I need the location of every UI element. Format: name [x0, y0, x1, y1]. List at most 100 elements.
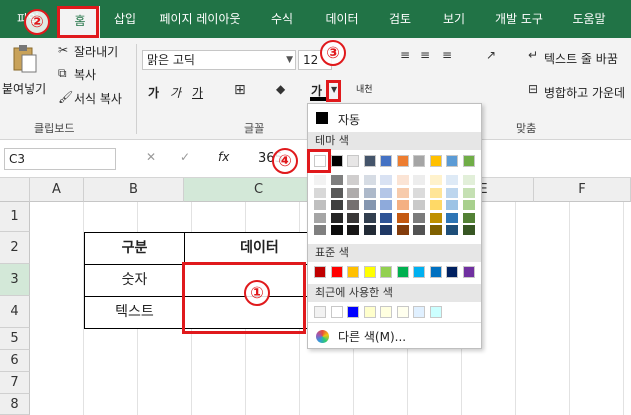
color-swatch[interactable] [462, 266, 475, 278]
color-swatch[interactable] [380, 155, 392, 167]
color-swatch[interactable] [429, 212, 442, 223]
align-middle-icon[interactable]: ≡ [420, 48, 430, 62]
tab-developer[interactable]: 개발 도구 [486, 0, 552, 38]
color-swatch[interactable] [396, 187, 409, 198]
color-swatch[interactable] [396, 306, 409, 318]
column-header-b[interactable]: B [84, 178, 184, 202]
color-swatch[interactable] [462, 225, 475, 235]
row-header-4[interactable]: 4 [0, 296, 30, 328]
color-swatch[interactable] [363, 155, 376, 167]
align-top-icon[interactable]: ≡ [400, 48, 410, 62]
phonetic-button[interactable]: 내천 [356, 82, 373, 95]
select-all-corner[interactable] [0, 178, 30, 202]
color-swatch[interactable] [330, 175, 343, 185]
copy-button[interactable]: 복사 [74, 66, 96, 83]
color-swatch[interactable] [446, 225, 458, 235]
color-swatch[interactable] [429, 266, 442, 278]
cell-b2[interactable]: 구분 [84, 232, 185, 265]
color-swatch[interactable] [446, 200, 458, 210]
tab-insert[interactable]: 삽입 [104, 0, 146, 38]
row-header-7[interactable]: 7 [0, 372, 30, 394]
row-header-5[interactable]: 5 [0, 328, 30, 350]
color-swatch[interactable] [413, 212, 425, 223]
copy-icon[interactable]: ⧉ [58, 66, 67, 81]
enter-icon[interactable]: ✓ [180, 150, 190, 164]
color-swatch[interactable] [380, 200, 392, 210]
cell-b3[interactable]: 숫자 [84, 264, 185, 297]
wrap-text-button[interactable]: 텍스트 줄 바꿈 [544, 50, 618, 67]
row-header-6[interactable]: 6 [0, 350, 30, 372]
tab-help[interactable]: 도움말 [562, 0, 616, 38]
color-swatch[interactable] [314, 212, 326, 223]
more-colors-option[interactable]: 다른 색(M)... [338, 328, 406, 345]
color-swatch[interactable] [413, 266, 425, 278]
row-header-3[interactable]: 3 [0, 264, 30, 296]
color-swatch[interactable] [330, 212, 343, 223]
color-swatch[interactable] [347, 187, 359, 198]
color-swatch[interactable] [330, 187, 343, 198]
color-swatch[interactable] [462, 212, 475, 223]
wrap-text-icon[interactable]: ↵ [528, 48, 538, 62]
color-swatch[interactable] [396, 175, 409, 185]
color-swatch[interactable] [446, 155, 458, 167]
color-swatch[interactable] [330, 266, 343, 278]
color-swatch[interactable] [446, 187, 458, 198]
bold-button[interactable]: 가 [148, 84, 159, 101]
color-swatch[interactable] [330, 306, 343, 318]
color-swatch[interactable] [413, 225, 425, 235]
font-name-combo[interactable]: 맑은 고딕 ▼ [142, 50, 296, 70]
paste-button[interactable]: 붙여넣기 [2, 80, 46, 97]
color-swatch[interactable] [330, 225, 343, 235]
color-swatch[interactable] [413, 187, 425, 198]
color-swatch[interactable] [446, 175, 458, 185]
color-swatch[interactable] [347, 306, 359, 318]
color-swatch[interactable] [363, 266, 376, 278]
color-swatch[interactable] [429, 187, 442, 198]
italic-button[interactable]: 가 [170, 84, 181, 101]
color-swatch[interactable] [429, 225, 442, 235]
column-header-f[interactable]: F [534, 178, 631, 202]
row-header-1[interactable]: 1 [0, 202, 30, 232]
color-swatch[interactable] [347, 225, 359, 235]
color-swatch[interactable] [314, 306, 326, 318]
color-swatch[interactable] [347, 266, 359, 278]
color-swatch[interactable] [347, 175, 359, 185]
color-swatch[interactable] [429, 306, 442, 318]
color-swatch[interactable] [462, 187, 475, 198]
color-swatch[interactable] [363, 175, 376, 185]
color-swatch[interactable] [396, 225, 409, 235]
orientation-icon[interactable]: ↗ [486, 48, 496, 62]
tab-view[interactable]: 보기 [434, 0, 474, 38]
color-swatch[interactable] [396, 200, 409, 210]
merge-center-button[interactable]: 병합하고 가운데 [544, 84, 625, 101]
color-swatch[interactable] [363, 306, 376, 318]
underline-button[interactable]: 가 [192, 84, 203, 101]
color-swatch[interactable] [396, 155, 409, 167]
color-swatch[interactable] [363, 225, 376, 235]
format-painter-icon[interactable]: 🖌 [58, 90, 73, 104]
color-swatch[interactable] [380, 187, 392, 198]
align-bottom-icon[interactable]: ≡ [442, 48, 452, 62]
color-swatch[interactable] [429, 175, 442, 185]
color-swatch[interactable] [347, 155, 359, 167]
scissors-icon[interactable]: ✂ [58, 43, 68, 57]
color-swatch[interactable] [396, 266, 409, 278]
insert-function-button[interactable]: fx [218, 150, 229, 164]
color-swatch[interactable] [380, 306, 392, 318]
color-swatch[interactable] [330, 155, 343, 167]
color-swatch[interactable] [363, 200, 376, 210]
cell-b4[interactable]: 텍스트 [84, 296, 185, 329]
automatic-color-swatch[interactable] [316, 112, 328, 124]
tab-formulas[interactable]: 수식 [262, 0, 302, 38]
borders-icon[interactable]: ⊞ [234, 82, 246, 98]
column-header-a[interactable]: A [30, 178, 84, 202]
clipboard-paste-icon[interactable] [12, 44, 38, 74]
color-swatch[interactable] [413, 200, 425, 210]
color-swatch[interactable] [314, 200, 326, 210]
color-swatch[interactable] [462, 175, 475, 185]
name-box[interactable]: C3 [4, 148, 116, 170]
color-swatch[interactable] [314, 187, 326, 198]
merge-center-icon[interactable]: ⊟ [528, 82, 538, 96]
color-swatch[interactable] [462, 200, 475, 210]
automatic-color-option[interactable]: 자동 [338, 111, 360, 128]
